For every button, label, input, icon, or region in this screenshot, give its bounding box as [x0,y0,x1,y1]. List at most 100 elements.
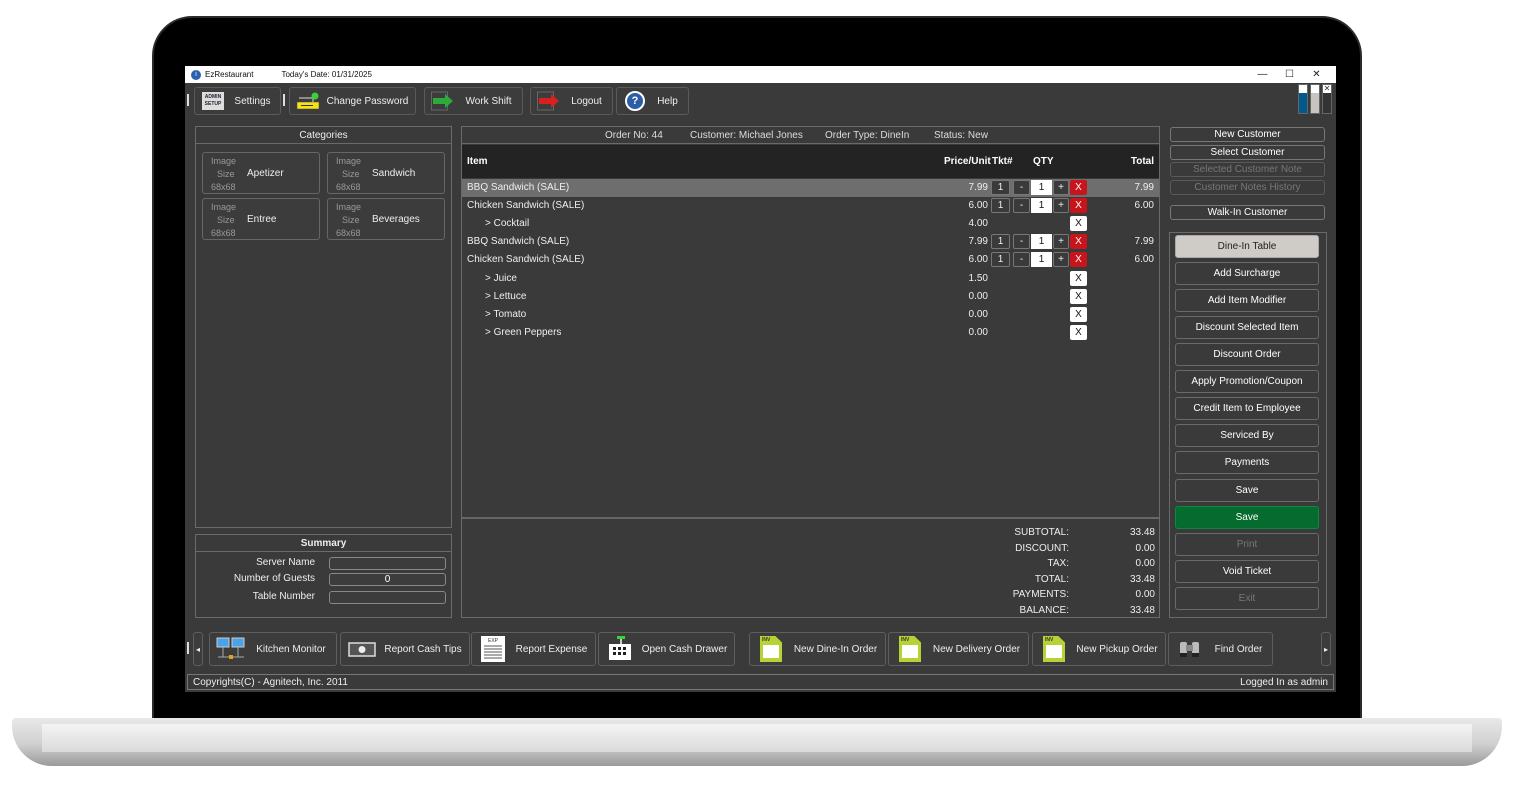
qty-increase-button[interactable]: + [1053,198,1069,214]
order-modifier-row[interactable]: > Juice 1.50 X [462,270,1159,288]
order-item-row[interactable]: BBQ Sandwich (SALE) 7.99 1-1 + X 7.99 [462,179,1159,197]
remove-modifier-button[interactable]: X [1070,324,1087,340]
status-bar: Copyrights(C) - Agnitech, Inc. 2011 Logg… [187,674,1334,690]
order-modifier-row[interactable]: > Lettuce 0.00 X [462,288,1159,306]
close-theme-icon[interactable]: ✕ [1323,85,1331,93]
order-panel: Order No: 44 Customer: Michael Jones Ord… [461,126,1160,618]
selected-customer-note-button[interactable]: Selected Customer Note [1170,162,1325,177]
qty-increase-button[interactable]: + [1053,180,1069,195]
bottom-grip[interactable] [187,642,189,654]
new-pickup-order-button[interactable]: New Pickup Order [1032,632,1166,666]
logout-button[interactable]: Logout [530,87,613,115]
new-dine-in-order-button[interactable]: New Dine-In Order [749,632,886,666]
kitchen-monitor-button[interactable]: Kitchen Monitor [209,632,337,666]
table-number-input[interactable] [329,591,446,604]
item-name: > Juice [485,272,517,284]
order-modifier-row[interactable]: > Tomato 0.00 X [462,306,1159,324]
maximize-button[interactable]: ☐ [1276,69,1303,80]
qty-input[interactable]: 1 [1031,234,1052,250]
serviced-by-button[interactable]: Serviced By [1175,424,1319,447]
dine-in-table-button[interactable]: Dine-In Table [1175,235,1319,258]
scroll-right-button[interactable]: ▸ [1321,632,1331,666]
ticket-number-button[interactable]: 1 [991,180,1010,195]
theme-dark-swatch[interactable]: ✕ [1322,84,1332,114]
order-item-row[interactable]: Chicken Sandwich (SALE) 6.00 1-1 + X 6.00 [462,251,1159,269]
ticket-number-button[interactable]: 1 [991,252,1010,268]
remove-item-button[interactable]: X [1070,198,1087,214]
toolbar-grip[interactable] [187,94,189,106]
theme-light-swatch[interactable] [1310,84,1320,114]
categories-title: Categories [196,127,451,144]
settings-button[interactable]: ADMIN SETUP Settings [194,87,281,115]
walk-in-customer-button[interactable]: Walk-In Customer [1170,205,1325,220]
open-cash-drawer-button[interactable]: Open Cash Drawer [598,632,735,666]
ticket-number-button[interactable]: 1 [991,198,1010,214]
minimize-button[interactable]: — [1249,69,1276,80]
toolbar: ADMIN SETUP Settings Change Password Wor… [185,84,1336,116]
find-order-button[interactable]: Find Order [1168,632,1273,666]
help-button[interactable]: ? Help [616,87,689,115]
summary-panel: Summary Server Name Number of Guests 0 T… [195,534,452,618]
add-surcharge-button[interactable]: Add Surcharge [1175,262,1319,285]
report-expense-button[interactable]: EXP Report Expense [471,632,596,666]
payments-button[interactable]: Payments [1175,451,1319,474]
guests-input[interactable]: 0 [329,573,446,586]
order-item-row[interactable]: BBQ Sandwich (SALE) 7.99 1-1 + X 7.99 [462,233,1159,251]
remove-item-button[interactable]: X [1070,234,1087,250]
ticket-number-button[interactable]: 1 [991,234,1010,250]
remove-modifier-button[interactable]: X [1070,288,1087,304]
save-green-button[interactable]: Save [1175,506,1319,529]
qty-increase-button[interactable]: + [1053,252,1069,268]
image-placeholder: Image Size 68x68 [211,202,237,238]
qty-decrease-button[interactable]: - [1013,252,1030,268]
item-price: 7.99 [968,236,988,248]
order-info-bar: Order No: 44 Customer: Michael Jones Ord… [462,127,1159,144]
category-label: Apetizer [247,168,284,179]
select-customer-button[interactable]: Select Customer [1170,145,1325,160]
remove-modifier-button[interactable]: X [1070,270,1087,286]
new-delivery-order-button[interactable]: New Delivery Order [888,632,1029,666]
close-button[interactable]: ✕ [1303,69,1330,80]
item-price: 7.99 [968,182,988,193]
add-item-modifier-button[interactable]: Add Item Modifier [1175,289,1319,312]
qty-input[interactable]: 1 [1031,252,1052,268]
order-modifier-row[interactable]: > Green Peppers 0.00 X [462,324,1159,342]
report-cash-tips-button[interactable]: Report Cash Tips [340,632,470,666]
qty-input[interactable]: 1 [1031,180,1052,195]
void-ticket-button[interactable]: Void Ticket [1175,560,1319,583]
save-button[interactable]: Save [1175,479,1319,502]
change-password-button[interactable]: Change Password [289,87,416,115]
category-label: Sandwich [372,168,416,179]
discount-order-button[interactable]: Discount Order [1175,343,1319,366]
remove-modifier-button[interactable]: X [1070,306,1087,322]
work-shift-button[interactable]: Work Shift [424,87,523,115]
theme-blue-swatch[interactable] [1298,84,1308,114]
category-sandwich[interactable]: Image Size 68x68 Sandwich [327,152,445,194]
qty-decrease-button[interactable]: - [1013,234,1030,250]
apply-promotion-button[interactable]: Apply Promotion/Coupon [1175,370,1319,393]
discount-selected-item-button[interactable]: Discount Selected Item [1175,316,1319,339]
remove-item-button[interactable]: X [1070,180,1087,195]
qty-decrease-button[interactable]: - [1013,180,1030,195]
tax-row: TAX: 0.00 [1047,558,1155,569]
qty-input[interactable]: 1 [1031,198,1052,214]
order-modifier-row[interactable]: > Cocktail 4.00 X [462,215,1159,233]
new-customer-button[interactable]: New Customer [1170,127,1325,142]
exit-button[interactable]: Exit [1175,587,1319,610]
remove-item-button[interactable]: X [1070,252,1087,268]
item-name: > Lettuce [485,290,527,302]
qty-decrease-button[interactable]: - [1013,198,1030,214]
customer-notes-history-button[interactable]: Customer Notes History [1170,180,1325,195]
qty-increase-button[interactable]: + [1053,234,1069,250]
app-title: EzRestaurant [205,70,254,79]
scroll-left-button[interactable]: ◂ [193,632,203,666]
table-number-label: Table Number [252,591,315,602]
category-beverages[interactable]: Image Size 68x68 Beverages [327,198,445,240]
category-entree[interactable]: Image Size 68x68 Entree [202,198,320,240]
order-item-row[interactable]: Chicken Sandwich (SALE) 6.00 1-1 + X 6.00 [462,197,1159,215]
credit-item-employee-button[interactable]: Credit Item to Employee [1175,397,1319,420]
remove-modifier-button[interactable]: X [1070,216,1087,232]
server-name-input[interactable] [329,557,446,570]
print-button[interactable]: Print [1175,533,1319,556]
category-apetizer[interactable]: Image Size 68x68 Apetizer [202,152,320,194]
